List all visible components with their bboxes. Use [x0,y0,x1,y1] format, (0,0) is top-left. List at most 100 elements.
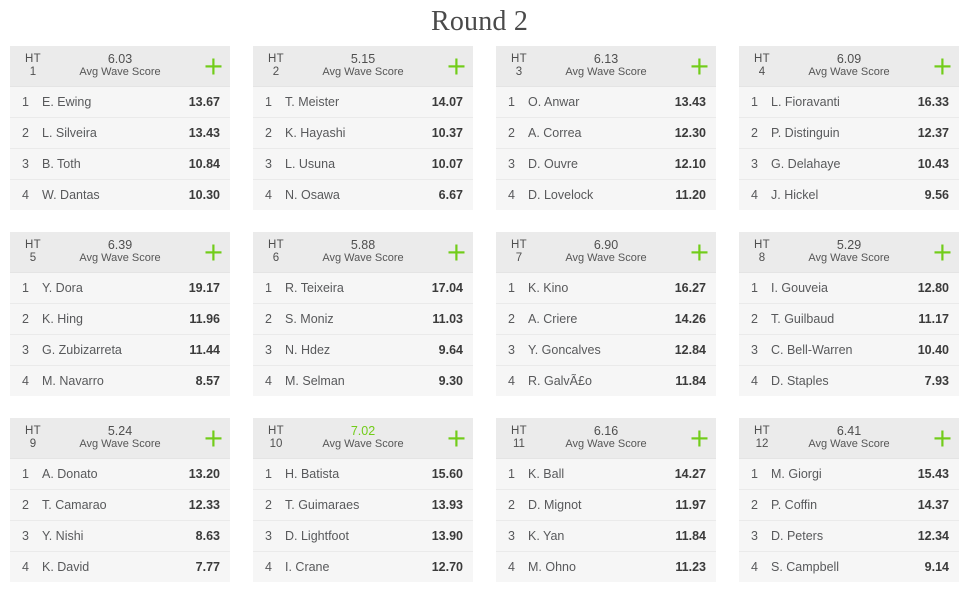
athlete-score: 16.33 [917,95,949,109]
athlete-row[interactable]: 4 R. GalvÃ£o 11.84 [496,365,716,396]
plus-icon[interactable] [686,239,712,265]
athlete-row[interactable]: 2 L. Silveira 13.43 [10,117,230,148]
athlete-row[interactable]: 3 G. Zubizarreta 11.44 [10,334,230,365]
athlete-seed: 1 [508,95,515,109]
heat-card-header: HT 4 6.09 Avg Wave Score [739,46,959,86]
athlete-row[interactable]: 1 L. Fioravanti 16.33 [739,86,959,117]
athlete-score: 12.30 [674,126,706,140]
athlete-seed: 2 [508,126,515,140]
athlete-row[interactable]: 3 G. Delahaye 10.43 [739,148,959,179]
heat-card-header: HT 2 5.15 Avg Wave Score [253,46,473,86]
athlete-row[interactable]: 2 A. Correa 12.30 [496,117,716,148]
plus-icon[interactable] [443,425,469,451]
athlete-row[interactable]: 1 Y. Dora 19.17 [10,272,230,303]
athlete-row[interactable]: 2 T. Guilbaud 11.17 [739,303,959,334]
athlete-seed: 4 [751,560,758,574]
plus-icon[interactable] [929,239,955,265]
athlete-score: 11.84 [675,374,706,388]
athlete-row[interactable]: 3 N. Hdez 9.64 [253,334,473,365]
heat-card-header: HT 11 6.16 Avg Wave Score [496,418,716,458]
athlete-row[interactable]: 3 K. Yan 11.84 [496,520,716,551]
athlete-row[interactable]: 3 Y. Goncalves 12.84 [496,334,716,365]
avg-wave-score-block: 5.24 Avg Wave Score [46,425,200,451]
athlete-seed: 3 [22,529,29,543]
page-title: Round 2 [430,6,529,37]
athlete-row[interactable]: 3 Y. Nishi 8.63 [10,520,230,551]
plus-icon[interactable] [443,53,469,79]
plus-icon[interactable] [443,239,469,265]
athlete-row[interactable]: 4 I. Crane 12.70 [253,551,473,582]
athlete-row[interactable]: 2 S. Moniz 11.03 [253,303,473,334]
plus-icon[interactable] [200,239,226,265]
athlete-name: I. Crane [285,560,330,574]
athlete-row[interactable]: 4 W. Dantas 10.30 [10,179,230,210]
athlete-row[interactable]: 1 R. Teixeira 17.04 [253,272,473,303]
athlete-list: 1 R. Teixeira 17.04 2 S. Moniz 11.03 3 N. Hdez 9… [253,272,473,396]
athlete-row[interactable]: 4 D. Lovelock 11.20 [496,179,716,210]
athlete-seed: 4 [508,374,515,388]
athlete-row[interactable]: 3 D. Ouvre 12.10 [496,148,716,179]
athlete-row[interactable]: 3 C. Bell-Warren 10.40 [739,334,959,365]
athlete-row[interactable]: 2 P. Coffin 14.37 [739,489,959,520]
athlete-row[interactable]: 2 K. Hing 11.96 [10,303,230,334]
plus-icon[interactable] [200,425,226,451]
plus-icon[interactable] [200,53,226,79]
plus-icon[interactable] [686,425,712,451]
plus-icon[interactable] [686,53,712,79]
athlete-seed: 1 [751,281,758,295]
plus-icon[interactable] [929,425,955,451]
athlete-name: D. Ouvre [528,157,579,171]
avg-wave-score-caption: Avg Wave Score [808,66,890,78]
athlete-score: 13.43 [188,126,220,140]
heat-number: 3 [515,66,523,78]
athlete-name: D. Peters [771,529,824,543]
athlete-row[interactable]: 4 M. Ohno 11.23 [496,551,716,582]
athlete-row[interactable]: 4 N. Osawa 6.67 [253,179,473,210]
heat-label-word: HT [268,53,284,65]
athlete-row[interactable]: 1 O. Anwar 13.43 [496,86,716,117]
athlete-row[interactable]: 3 L. Usuna 10.07 [253,148,473,179]
athlete-score: 10.30 [188,188,220,202]
athlete-name: D. Mignot [528,498,582,512]
athlete-score: 9.64 [438,343,463,357]
avg-wave-score-caption: Avg Wave Score [322,66,404,78]
heat-card-header: HT 10 7.02 Avg Wave Score [253,418,473,458]
athlete-row[interactable]: 2 P. Distinguin 12.37 [739,117,959,148]
athlete-score: 11.84 [675,529,706,543]
athlete-row[interactable]: 3 B. Toth 10.84 [10,148,230,179]
athlete-row[interactable]: 4 D. Staples 7.93 [739,365,959,396]
plus-icon[interactable] [929,53,955,79]
athlete-row[interactable]: 2 A. Criere 14.26 [496,303,716,334]
athlete-row[interactable]: 3 D. Lightfoot 13.90 [253,520,473,551]
athlete-row[interactable]: 1 T. Meister 14.07 [253,86,473,117]
athlete-row[interactable]: 4 M. Navarro 8.57 [10,365,230,396]
avg-wave-score-block: 5.88 Avg Wave Score [289,239,443,265]
athlete-row[interactable]: 2 T. Camarao 12.33 [10,489,230,520]
avg-wave-score-value: 5.24 [107,424,133,438]
avg-wave-score-block: 6.03 Avg Wave Score [46,53,200,79]
athlete-row[interactable]: 1 K. Kino 16.27 [496,272,716,303]
athlete-row[interactable]: 2 T. Guimaraes 13.93 [253,489,473,520]
athlete-row[interactable]: 4 K. David 7.77 [10,551,230,582]
athlete-seed: 1 [265,281,272,295]
athlete-row[interactable]: 1 M. Giorgi 15.43 [739,458,959,489]
athlete-seed: 4 [22,560,29,574]
athlete-row[interactable]: 2 K. Hayashi 10.37 [253,117,473,148]
athlete-row[interactable]: 3 D. Peters 12.34 [739,520,959,551]
heat-label-word: HT [268,239,284,251]
heat-card-header: HT 1 6.03 Avg Wave Score [10,46,230,86]
athlete-name: K. Ball [528,467,565,481]
athlete-score: 15.60 [431,467,463,481]
athlete-row[interactable]: 4 S. Campbell 9.14 [739,551,959,582]
athlete-row[interactable]: 1 K. Ball 14.27 [496,458,716,489]
athlete-row[interactable]: 1 E. Ewing 13.67 [10,86,230,117]
athlete-row[interactable]: 1 H. Batista 15.60 [253,458,473,489]
athlete-score: 9.14 [924,560,949,574]
athlete-row[interactable]: 4 J. Hickel 9.56 [739,179,959,210]
athlete-row[interactable]: 4 M. Selman 9.30 [253,365,473,396]
athlete-row[interactable]: 1 I. Gouveia 12.80 [739,272,959,303]
athlete-seed: 4 [22,374,29,388]
athlete-row[interactable]: 2 D. Mignot 11.97 [496,489,716,520]
athlete-row[interactable]: 1 A. Donato 13.20 [10,458,230,489]
heat-label: HT 5 [20,239,46,265]
